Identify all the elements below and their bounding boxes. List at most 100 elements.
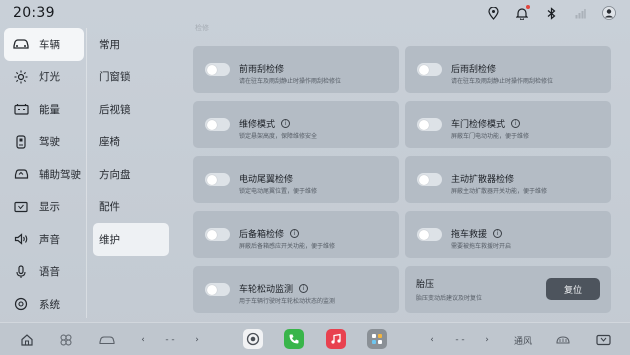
spoiler-service-toggle[interactable] [205, 173, 230, 186]
card-wheel-loose-monitor: 车轮松动监测 i 用于车辆行驶时车轮松动状态的监测 [193, 266, 399, 313]
nav-item-system[interactable]: 系统 [4, 288, 84, 321]
nav-item-voice[interactable]: 语音 [4, 256, 84, 289]
notification-badge [526, 5, 530, 9]
nav-item-display[interactable]: 显示 [4, 191, 84, 224]
nav-item-label: 声音 [39, 233, 60, 246]
card-title: 拖车救援 [451, 230, 488, 240]
front-wiper-service-toggle[interactable] [205, 63, 230, 76]
signal-icon [573, 5, 587, 21]
apps-grid-icon[interactable] [367, 329, 387, 349]
card-description: 锁定电动尾翼位置，便于维修 [239, 188, 318, 195]
card-title: 维修模式 [239, 120, 276, 130]
drive-icon [12, 135, 30, 149]
user-avatar-icon[interactable] [602, 5, 616, 21]
vehicle-control-icon[interactable] [96, 332, 118, 348]
rear-defrost-icon[interactable] [554, 332, 572, 348]
nav-item-driving[interactable]: 驾驶 [4, 126, 84, 159]
card-trunk-service: 后备箱检修 i 屏蔽后备箱感应开关功能，便于维修 [193, 211, 399, 258]
trunk-service-toggle[interactable] [205, 228, 230, 241]
card-repair-mode: 维修模式 i 锁定悬架高度，保障维修安全 [193, 101, 399, 148]
card-title: 电动尾翼检修 [239, 175, 294, 185]
repair-mode-toggle[interactable] [205, 118, 230, 131]
door-service-mode-toggle[interactable] [417, 118, 442, 131]
secondary-nav: 常用 门窗锁 后视镜 座椅 方向盘 配件 维护 [93, 28, 169, 256]
nav-item-lights[interactable]: 灯光 [4, 61, 84, 94]
info-icon[interactable]: i [290, 229, 300, 238]
nav-item-sound[interactable]: 声音 [4, 223, 84, 256]
diffuser-service-toggle[interactable] [417, 173, 442, 186]
card-title: 后雨刮检修 [451, 65, 497, 75]
maintenance-card-grid: 前雨刮检修 请在驻车及雨刮静止时操作雨刮检修位 后雨刮检修 请在驻车及雨刮静止时… [193, 46, 611, 313]
card-door-service-mode: 车门检修模式 i 屏蔽车门电动功能，便于维修 [405, 101, 611, 148]
nav-item-label: 驾驶 [39, 136, 60, 149]
temp-right-decrease[interactable]: ‹ [427, 332, 437, 348]
sound-icon [12, 232, 30, 246]
phone-app-icon[interactable] [284, 329, 304, 349]
temp-right-increase[interactable]: › [482, 332, 492, 348]
card-description: 需要被拖车救援时开启 [451, 243, 512, 250]
nav-item-label: 辅助驾驶 [39, 168, 81, 181]
clock: 20:39 [13, 5, 55, 21]
bluetooth-icon[interactable] [544, 5, 558, 21]
temp-right-value: - - [455, 335, 465, 345]
card-description: 锁定悬架高度，保障维修安全 [239, 133, 318, 140]
subnav-item-doors-locks[interactable]: 门窗锁 [93, 61, 169, 94]
screen-icon[interactable] [594, 332, 612, 348]
rear-wiper-service-toggle[interactable] [417, 63, 442, 76]
display-icon [12, 200, 30, 214]
nav-item-vehicle[interactable]: 车辆 [4, 28, 84, 61]
home-icon[interactable] [18, 332, 36, 348]
card-tow-rescue: 拖车救援 i 需要被拖车救援时开启 [405, 211, 611, 258]
subnav-item-accessories[interactable]: 配件 [93, 191, 169, 224]
light-icon [12, 70, 30, 84]
nav-item-label: 语音 [39, 266, 60, 279]
nav-item-energy[interactable]: 能量 [4, 93, 84, 126]
info-icon[interactable]: i [493, 229, 503, 238]
subnav-item-steering-wheel[interactable]: 方向盘 [93, 158, 169, 191]
card-description: 屏蔽车门电动功能，便于维修 [451, 133, 530, 140]
camera-app-icon[interactable] [243, 329, 263, 349]
info-icon[interactable]: i [281, 119, 291, 128]
location-icon[interactable] [486, 5, 500, 21]
info-icon[interactable]: i [299, 284, 309, 293]
card-title: 主动扩散器检修 [451, 175, 515, 185]
ventilation-button[interactable]: 通风 [510, 332, 536, 348]
card-description: 屏蔽主动扩散器开关功能，便于维修 [451, 188, 548, 195]
temp-left-value: - - [165, 335, 175, 345]
card-description: 屏蔽后备箱感应开关功能，便于维修 [239, 243, 336, 250]
nav-item-label: 系统 [39, 298, 60, 311]
card-rear-wiper-service: 后雨刮检修 请在驻车及雨刮静止时操作雨刮检修位 [405, 46, 611, 93]
temp-left-decrease[interactable]: ‹ [138, 332, 148, 348]
seat-heat-icon[interactable] [57, 332, 75, 348]
tow-rescue-toggle[interactable] [417, 228, 442, 241]
card-title: 车门检修模式 [451, 120, 506, 130]
music-app-icon[interactable] [326, 329, 346, 349]
card-tire-pressure: 胎压 胎压变动后建议及时复位 复位 [405, 266, 611, 313]
column-divider [86, 28, 87, 318]
nav-item-label: 显示 [39, 201, 60, 214]
card-title: 前雨刮检修 [239, 65, 285, 75]
tire-pressure-reset-button[interactable]: 复位 [546, 278, 600, 300]
battery-icon [12, 102, 30, 116]
temp-left-increase[interactable]: › [192, 332, 202, 348]
wheel-loose-monitor-toggle[interactable] [205, 283, 230, 296]
section-heading: 检修 [195, 24, 209, 32]
subnav-item-mirrors[interactable]: 后视镜 [93, 93, 169, 126]
nav-item-assisted-driving[interactable]: 辅助驾驶 [4, 158, 84, 191]
car-icon [12, 37, 30, 51]
card-description: 胎压变动后建议及时复位 [416, 295, 483, 302]
card-spoiler-service: 电动尾翼检修 锁定电动尾翼位置，便于维修 [193, 156, 399, 203]
bottom-dock: ‹ - - › ‹ - - › 通风 [0, 322, 630, 355]
notification-icon[interactable] [515, 5, 530, 21]
voice-icon [12, 265, 30, 279]
subnav-item-common[interactable]: 常用 [93, 28, 169, 61]
subnav-item-seats[interactable]: 座椅 [93, 126, 169, 159]
card-front-wiper-service: 前雨刮检修 请在驻车及雨刮静止时操作雨刮检修位 [193, 46, 399, 93]
primary-nav: 车辆 灯光 能量 驾驶 辅助驾驶 显示 声音 语音 系统 [4, 28, 84, 321]
status-bar: 20:39 [0, 0, 630, 28]
card-description: 请在驻车及雨刮静止时操作雨刮检修位 [239, 78, 342, 85]
subnav-item-maintenance[interactable]: 维护 [93, 223, 169, 256]
info-icon[interactable]: i [511, 119, 521, 128]
system-icon [12, 297, 30, 311]
card-diffuser-service: 主动扩散器检修 屏蔽主动扩散器开关功能，便于维修 [405, 156, 611, 203]
